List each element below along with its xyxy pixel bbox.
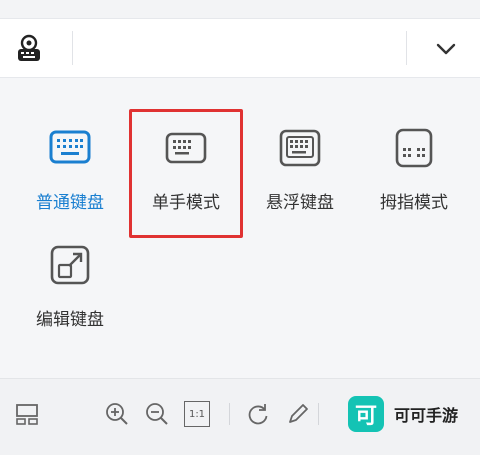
- floating-keyboard-icon: [279, 129, 321, 167]
- mode-floating[interactable]: 悬浮键盘: [245, 126, 355, 213]
- thumb-keyboard-icon: [395, 128, 433, 168]
- bottom-separator: [229, 403, 230, 425]
- pen-icon[interactable]: [285, 401, 311, 427]
- watermark-logo: 可: [348, 396, 384, 432]
- mode-label: 悬浮键盘: [266, 193, 334, 213]
- mode-label: 编辑键盘: [36, 310, 104, 330]
- rotate-icon[interactable]: [245, 401, 271, 427]
- watermark-text: 可可手游: [394, 406, 459, 425]
- keyboard-icon: [49, 130, 91, 164]
- zoom-out-icon[interactable]: [144, 401, 170, 427]
- chevron-down-icon: [436, 43, 456, 55]
- layout-icon[interactable]: [14, 401, 40, 427]
- toolbar-separator: [406, 31, 407, 65]
- watermark: 可 可可手游: [348, 396, 458, 432]
- actual-size-label: 1:1: [188, 408, 206, 420]
- toolbar-separator: [72, 31, 73, 65]
- keyboard-toolbar: [0, 18, 480, 78]
- top-strip: [0, 0, 480, 18]
- mode-label: 拇指模式: [380, 193, 448, 213]
- zoom-in-icon[interactable]: [104, 401, 130, 427]
- bottom-toolbar: 1:1 可 可可手游: [0, 378, 480, 455]
- mode-label: 普通键盘: [36, 193, 104, 213]
- actual-size-icon[interactable]: 1:1: [184, 401, 210, 427]
- edit-keyboard-icon: [50, 245, 90, 285]
- collapse-button[interactable]: [424, 29, 468, 69]
- mode-thumb[interactable]: 拇指模式: [359, 126, 469, 213]
- highlight-box: [129, 109, 243, 238]
- bottom-separator: [318, 403, 319, 425]
- keyboard-settings-icon[interactable]: [12, 31, 46, 65]
- keyboard-mode-panel: 普通键盘 单手模式 悬浮键盘 拇指模式 编辑键盘 1:1 可 可可手游: [0, 0, 480, 455]
- mode-edit-keyboard[interactable]: 编辑键盘: [15, 243, 125, 330]
- mode-normal-keyboard[interactable]: 普通键盘: [15, 126, 125, 213]
